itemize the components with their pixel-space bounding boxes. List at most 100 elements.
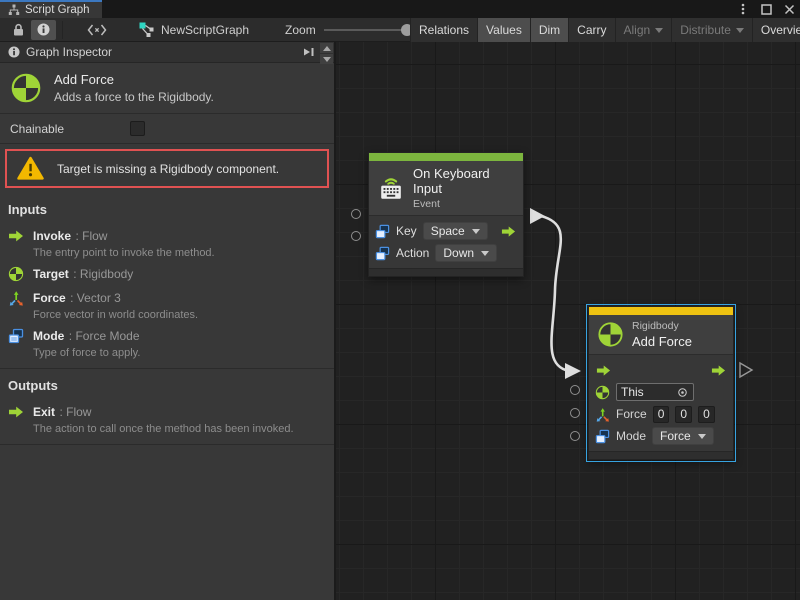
flow-row xyxy=(595,359,727,381)
action-row: Action Down xyxy=(375,242,517,264)
force-z-input[interactable]: 0 xyxy=(698,406,715,423)
inspector-header: Graph Inspector xyxy=(0,42,334,63)
keyboard-input-icon xyxy=(377,175,405,201)
list-item: Force : Vector 3 xyxy=(0,283,334,307)
flow-out-arrow-icon[interactable] xyxy=(710,363,727,378)
graph-toolbar: NewScriptGraph Zoom 1x Relations Values … xyxy=(0,18,800,42)
wire-start-port[interactable] xyxy=(530,208,545,224)
action-dropdown[interactable]: Down xyxy=(435,244,497,262)
overview-button[interactable]: Overview xyxy=(752,18,800,42)
value-port[interactable] xyxy=(570,408,580,418)
align-button: Align xyxy=(615,18,672,42)
mode-label: Mode xyxy=(616,429,646,443)
panel-scrollbar[interactable] xyxy=(320,43,333,64)
warning-text: Target is missing a Rigidbody component. xyxy=(57,162,279,176)
add-force-node[interactable]: Rigidbody Add Force This Force 0 0 xyxy=(588,306,734,460)
chevron-down-icon xyxy=(698,434,706,439)
object-picker-icon[interactable] xyxy=(676,386,689,399)
scroll-up-icon[interactable] xyxy=(320,43,333,53)
chevron-down-icon xyxy=(736,28,744,33)
event-node-title: On Keyboard Input xyxy=(413,166,515,196)
info-icon xyxy=(8,46,20,58)
chevron-down-icon xyxy=(655,28,663,33)
csharp-preview-icon[interactable] xyxy=(69,20,125,40)
key-label: Key xyxy=(396,224,417,238)
list-item: Target : Rigidbody xyxy=(0,259,334,283)
enum-icon xyxy=(375,224,390,239)
flow-connection-wire[interactable] xyxy=(541,216,569,371)
force-y-input[interactable]: 0 xyxy=(675,406,692,423)
value-port[interactable] xyxy=(570,431,580,441)
list-item: Exit : Flow xyxy=(0,397,334,421)
dock-panel-icon[interactable] xyxy=(302,46,316,58)
flow-arrow-icon xyxy=(8,228,24,244)
list-item: Mode : Force Mode xyxy=(0,321,334,345)
graph-canvas[interactable]: On Keyboard Input Event Key Space Action… xyxy=(336,42,800,600)
chainable-label: Chainable xyxy=(10,122,130,136)
values-button[interactable]: Values xyxy=(477,18,530,42)
chainable-checkbox[interactable] xyxy=(130,121,145,136)
rigidbody-icon xyxy=(10,72,42,104)
window-menu-icon[interactable] xyxy=(736,2,750,16)
port-description: The action to call once the method has b… xyxy=(0,421,334,435)
event-accent-bar xyxy=(369,153,523,161)
target-object-field[interactable]: This xyxy=(616,383,694,401)
tab-script-graph[interactable]: Script Graph xyxy=(0,0,102,18)
lock-icon[interactable] xyxy=(6,20,31,40)
unit-description: Adds a force to the Rigidbody. xyxy=(54,90,214,104)
outputs-section: Outputs Exit : Flow The action to call o… xyxy=(0,369,334,445)
key-row: Key Space xyxy=(375,220,517,242)
value-port[interactable] xyxy=(351,209,361,219)
unity-script-graph-window: { "window": { "tab_title": "Script Graph… xyxy=(0,0,800,600)
zoom-label: Zoom xyxy=(285,23,316,37)
zoom-slider[interactable] xyxy=(324,23,414,37)
flow-arrow-icon xyxy=(8,404,24,420)
carry-button[interactable]: Carry xyxy=(568,18,614,42)
info-icon xyxy=(37,23,50,36)
flow-in-arrow-icon[interactable] xyxy=(595,363,612,378)
mode-row: Mode Force xyxy=(595,425,727,447)
add-force-node-kicker: Rigidbody xyxy=(632,320,692,332)
wire-end-port[interactable] xyxy=(565,363,581,379)
rigidbody-icon xyxy=(595,385,610,400)
toolbar-separator xyxy=(62,21,63,39)
vector3-icon xyxy=(595,407,610,422)
outputs-title: Outputs xyxy=(0,376,334,397)
chevron-down-icon xyxy=(472,229,480,234)
rigidbody-icon xyxy=(597,321,624,348)
enum-icon xyxy=(8,328,24,344)
graph-asset[interactable]: NewScriptGraph xyxy=(139,22,249,38)
force-x-input[interactable]: 0 xyxy=(653,406,670,423)
force-label: Force xyxy=(616,407,647,421)
add-force-node-footer xyxy=(589,451,733,459)
event-node-footer xyxy=(369,268,523,276)
graph-asset-icon xyxy=(139,22,155,38)
dim-button[interactable]: Dim xyxy=(530,18,568,42)
inspector-toggle-button[interactable] xyxy=(31,20,56,40)
value-port[interactable] xyxy=(351,231,361,241)
flow-output-port[interactable] xyxy=(740,363,752,377)
target-row: This xyxy=(595,381,727,403)
event-node-subtitle: Event xyxy=(413,198,515,210)
flow-arrow-icon[interactable] xyxy=(500,224,517,239)
port-description: Force vector in world coordinates. xyxy=(0,307,334,321)
window-maximize-icon[interactable] xyxy=(759,2,773,16)
port-description: The entry point to invoke the method. xyxy=(0,245,334,259)
port-description: Type of force to apply. xyxy=(0,345,334,359)
relations-button[interactable]: Relations xyxy=(410,18,477,42)
event-node-header: On Keyboard Input Event xyxy=(369,161,523,216)
event-node-body: Key Space Action Down xyxy=(369,216,523,268)
inputs-title: Inputs xyxy=(0,200,334,221)
chainable-row: Chainable xyxy=(0,114,334,144)
value-port[interactable] xyxy=(570,385,580,395)
distribute-button: Distribute xyxy=(671,18,752,42)
event-node[interactable]: On Keyboard Input Event Key Space Action… xyxy=(368,152,524,277)
scroll-down-icon[interactable] xyxy=(320,54,333,64)
key-dropdown[interactable]: Space xyxy=(423,222,488,240)
force-row: Force 0 0 0 xyxy=(595,403,727,425)
enum-icon xyxy=(375,246,390,261)
mode-dropdown[interactable]: Force xyxy=(652,427,714,445)
window-close-icon[interactable] xyxy=(782,2,796,16)
add-force-node-title: Add Force xyxy=(632,334,692,349)
inputs-section: Inputs Invoke : Flow The entry point to … xyxy=(0,193,334,369)
